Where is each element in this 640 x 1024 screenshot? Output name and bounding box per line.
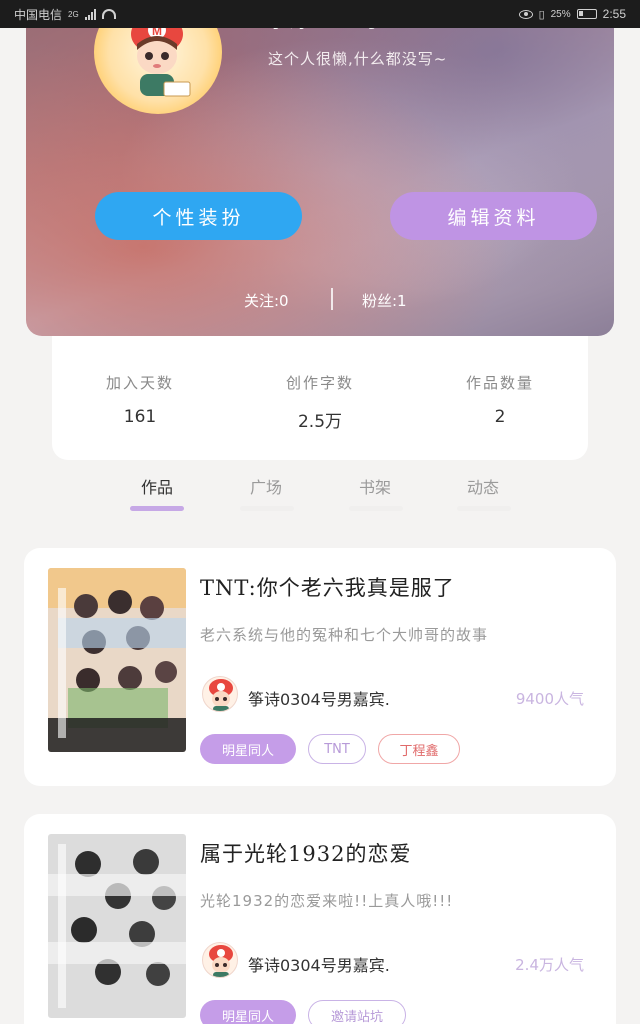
tab-activity[interactable]: 动态	[448, 474, 518, 498]
work-description: 老六系统与他的冤种和七个大帅哥的故事	[200, 626, 489, 644]
vibrate-icon: ▯	[538, 8, 545, 21]
stat-works-count: 作品数量 2	[440, 372, 560, 427]
network-label: 2G	[68, 9, 79, 19]
stat-label: 加入天数	[105, 374, 174, 392]
stats-card: 加入天数 161 创作字数 2.5万 作品数量 2	[52, 336, 588, 460]
edit-profile-button[interactable]: 编辑资料	[390, 192, 597, 240]
author-name[interactable]: 筝诗0304号男嘉宾.	[248, 952, 390, 976]
stat-value: 161	[123, 407, 157, 427]
tab-square[interactable]: 广场	[231, 474, 301, 498]
profile-header: M 筝诗0304号·· 这个人很懒,什么都没写~ 个性装扮 编辑资料	[26, 0, 614, 336]
time-label: 2:55	[602, 7, 626, 21]
cover-image	[48, 568, 186, 752]
work-card[interactable]: 属于光轮1932的恋爱 光轮1932的恋爱来啦!!上真人哦!!! 筝诗0304号…	[24, 814, 616, 1024]
tab-bookshelf[interactable]: 书架	[340, 474, 410, 498]
eye-comfort-icon	[518, 9, 533, 19]
follow-row: 关注:0 粉丝:1	[0, 288, 640, 312]
divider	[331, 288, 333, 310]
battery-icon	[576, 9, 597, 19]
carrier-label: 中国电信	[14, 7, 63, 22]
popularity: 9400人气	[515, 690, 584, 708]
popularity: 2.4万人气	[515, 956, 584, 974]
wifi-icon	[101, 9, 116, 19]
decorate-button[interactable]: 个性装扮	[95, 192, 302, 240]
stat-label: 作品数量	[465, 374, 534, 392]
author-avatar-illustration	[209, 945, 233, 977]
tab-square-underline	[240, 506, 294, 511]
following-count[interactable]: 关注:0	[244, 290, 289, 311]
cover-image	[48, 834, 186, 1018]
stat-word-count: 创作字数 2.5万	[260, 372, 380, 432]
work-title[interactable]: TNT:你个老六我真是服了	[200, 572, 455, 602]
tab-bookshelf-underline	[349, 506, 403, 511]
tab-works-underline	[130, 506, 184, 511]
work-cover[interactable]	[48, 568, 186, 752]
author-avatar[interactable]	[202, 676, 238, 712]
tag-ding-chengxin[interactable]: 丁程鑫	[378, 734, 460, 764]
signature: 这个人很懒,什么都没写~	[268, 50, 448, 68]
work-title[interactable]: 属于光轮1932的恋爱	[200, 838, 411, 868]
tag-celebrity-fanfic[interactable]: 明星同人	[200, 1000, 296, 1024]
author-avatar[interactable]	[202, 942, 238, 978]
status-right: ▯ 25% 2:55	[518, 7, 626, 21]
stat-value: 2.5万	[297, 412, 343, 432]
signal-icon	[84, 8, 96, 20]
tab-works[interactable]: 作品	[122, 474, 192, 498]
stat-value: 2	[494, 407, 506, 427]
author-name[interactable]: 筝诗0304号男嘉宾.	[248, 686, 390, 710]
status-left: 中国电信 2G	[14, 6, 116, 23]
work-cover[interactable]	[48, 834, 186, 1018]
stat-join-days: 加入天数 161	[80, 372, 200, 427]
tag-tnt[interactable]: TNT	[308, 734, 366, 764]
status-bar: 中国电信 2G ▯ 25% 2:55	[0, 0, 640, 28]
tag-celebrity-fanfic[interactable]: 明星同人	[200, 734, 296, 764]
work-description: 光轮1932的恋爱来啦!!上真人哦!!!	[200, 892, 454, 910]
author-avatar-illustration	[209, 679, 233, 711]
battery-label: 25%	[550, 8, 571, 20]
followers-count[interactable]: 粉丝:1	[362, 290, 407, 311]
tab-activity-underline	[457, 506, 511, 511]
stat-label: 创作字数	[285, 374, 354, 392]
tag-invite[interactable]: 邀请站坑	[308, 1000, 406, 1024]
work-card[interactable]: TNT:你个老六我真是服了 老六系统与他的冤种和七个大帅哥的故事 筝诗0304号…	[24, 548, 616, 786]
